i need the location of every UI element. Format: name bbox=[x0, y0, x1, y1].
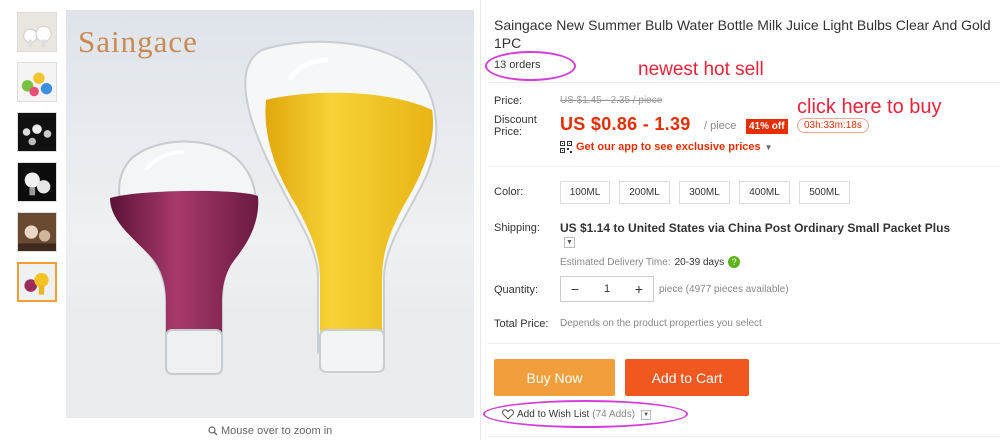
total-price-note: Depends on the product properties you se… bbox=[560, 318, 762, 329]
product-page: Saingace Mouse over to zoom in Saingace … bbox=[0, 0, 1000, 440]
thumbnail-1[interactable] bbox=[17, 12, 57, 52]
color-option-100ml[interactable]: 100ML bbox=[560, 181, 610, 204]
column-divider bbox=[480, 0, 481, 440]
quantity-label: Quantity: bbox=[494, 284, 539, 296]
quantity-increase-button[interactable]: + bbox=[625, 281, 653, 297]
zoom-hint: Mouse over to zoom in bbox=[208, 425, 332, 437]
annotation-click-to-buy: click here to buy bbox=[797, 96, 942, 118]
product-photo bbox=[66, 10, 474, 418]
app-promo-link[interactable]: Get our app to see exclusive prices ▼ bbox=[560, 141, 773, 153]
qr-code-icon bbox=[560, 141, 572, 153]
zoom-hint-text: Mouse over to zoom in bbox=[221, 425, 333, 437]
color-option-500ml[interactable]: 500ML bbox=[799, 181, 850, 204]
color-option-300ml[interactable]: 300ML bbox=[679, 181, 730, 204]
thumbnail-4[interactable] bbox=[17, 162, 57, 202]
discount-label-2: Price: bbox=[494, 126, 523, 138]
shipping-dropdown-toggle[interactable]: ▼ bbox=[564, 237, 575, 248]
divider bbox=[487, 82, 1000, 83]
color-option-400ml[interactable]: 400ML bbox=[739, 181, 790, 204]
shipping-method: US $1.14 to United States via China Post… bbox=[560, 221, 951, 235]
help-icon[interactable]: ? bbox=[728, 256, 741, 268]
price-unit: / piece bbox=[704, 120, 737, 132]
thumbnail-6-selected[interactable] bbox=[17, 262, 57, 302]
divider bbox=[487, 436, 1000, 437]
main-product-image[interactable]: Saingace bbox=[66, 10, 474, 418]
annotation-hot-sell: newest hot sell bbox=[638, 59, 764, 80]
delivery-estimate: Estimated Delivery Time: 20-39 days ? bbox=[560, 256, 741, 268]
quantity-input[interactable]: 1 bbox=[589, 283, 625, 295]
price-label: Price: bbox=[494, 95, 523, 107]
delivery-label: Estimated Delivery Time: bbox=[560, 256, 671, 268]
shipping-label: Shipping: bbox=[494, 222, 540, 234]
thumbnail-5[interactable] bbox=[17, 212, 57, 252]
brand-logo: Saingace bbox=[78, 24, 198, 59]
thumbnail-3[interactable] bbox=[17, 112, 57, 152]
quantity-decrease-button[interactable]: − bbox=[561, 281, 589, 297]
total-price-label: Total Price: bbox=[494, 318, 549, 330]
annotation-circle-wishlist bbox=[483, 400, 688, 428]
delivery-days: 20-39 days bbox=[674, 256, 725, 268]
color-option-200ml[interactable]: 200ML bbox=[619, 181, 670, 204]
add-to-cart-button[interactable]: Add to Cart bbox=[625, 359, 749, 396]
annotation-circle-orders bbox=[485, 51, 576, 81]
buy-now-button[interactable]: Buy Now bbox=[494, 359, 615, 396]
discount-label: Discount bbox=[494, 114, 537, 126]
original-price: US $1.45 - 2.35 / piece bbox=[560, 95, 663, 106]
caret-down-icon: ▼ bbox=[764, 142, 773, 152]
discount-badge: 41% off bbox=[746, 119, 788, 134]
discount-price: US $0.86 - 1.39 bbox=[560, 114, 691, 134]
product-title: Saingace New Summer Bulb Water Bottle Mi… bbox=[494, 17, 991, 51]
magnifier-icon bbox=[208, 426, 218, 436]
divider bbox=[487, 343, 1000, 344]
quantity-stepper: − 1 + bbox=[560, 276, 654, 302]
divider bbox=[487, 166, 1000, 167]
countdown-timer: 03h:33m:18s bbox=[797, 118, 869, 133]
thumbnail-2[interactable] bbox=[17, 62, 57, 102]
app-promo-text: Get our app to see exclusive prices bbox=[576, 141, 761, 153]
color-label: Color: bbox=[494, 186, 524, 198]
stock-available: piece (4977 pieces available) bbox=[659, 284, 789, 295]
thumbnail-list bbox=[17, 12, 59, 312]
